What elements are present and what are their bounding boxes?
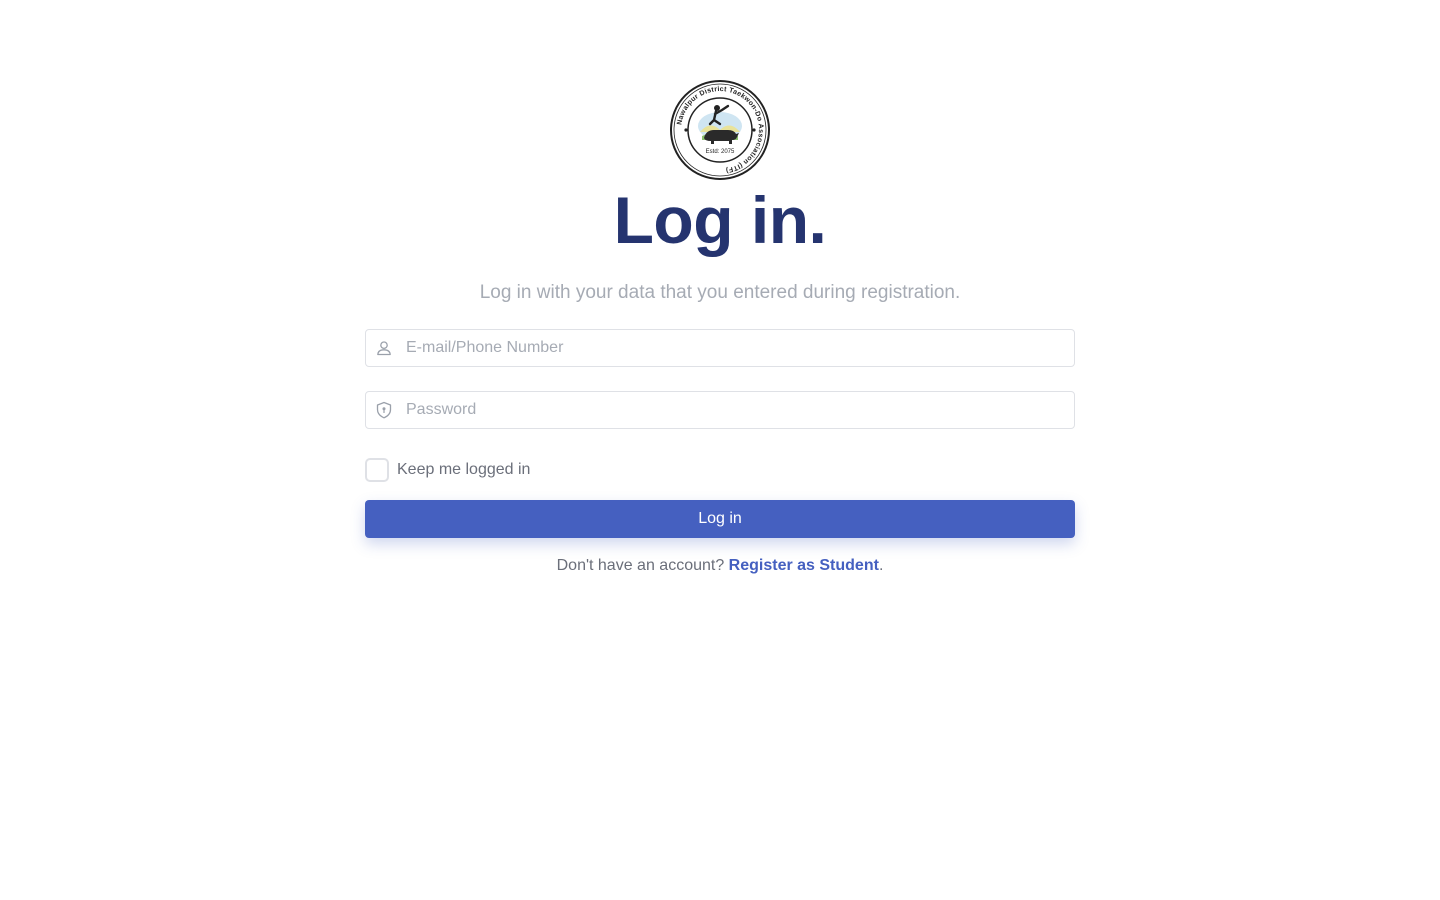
keep-logged-in-label: Keep me logged in (397, 461, 531, 478)
page-title: Log in. (613, 183, 827, 257)
password-input[interactable] (406, 392, 1066, 428)
logo-emblem: Nawalpur District Taekwon-Do Association… (670, 80, 770, 180)
login-page: Nawalpur District Taekwon-Do Association… (0, 0, 1440, 900)
email-field-wrapper (365, 329, 1075, 367)
user-icon (375, 339, 393, 357)
login-button[interactable]: Log in (365, 500, 1075, 538)
register-prompt-text: Don't have an account? (556, 557, 729, 574)
register-suffix: . (878, 557, 884, 574)
register-prompt: Don't have an account? Register as Stude… (365, 554, 1075, 578)
keep-logged-in-option[interactable]: Keep me logged in (365, 458, 530, 482)
email-phone-input[interactable] (406, 330, 1066, 366)
page-subtitle: Log in with your data that you entered d… (479, 282, 961, 303)
register-as-student-link[interactable]: Register as Student (729, 557, 879, 574)
shield-lock-icon (375, 401, 393, 419)
association-logo: Nawalpur District Taekwon-Do Association… (670, 80, 770, 180)
password-field-wrapper (365, 391, 1075, 429)
keep-logged-in-checkbox[interactable] (365, 458, 389, 482)
logo-estd-text: Estd: 2075 (706, 149, 735, 155)
